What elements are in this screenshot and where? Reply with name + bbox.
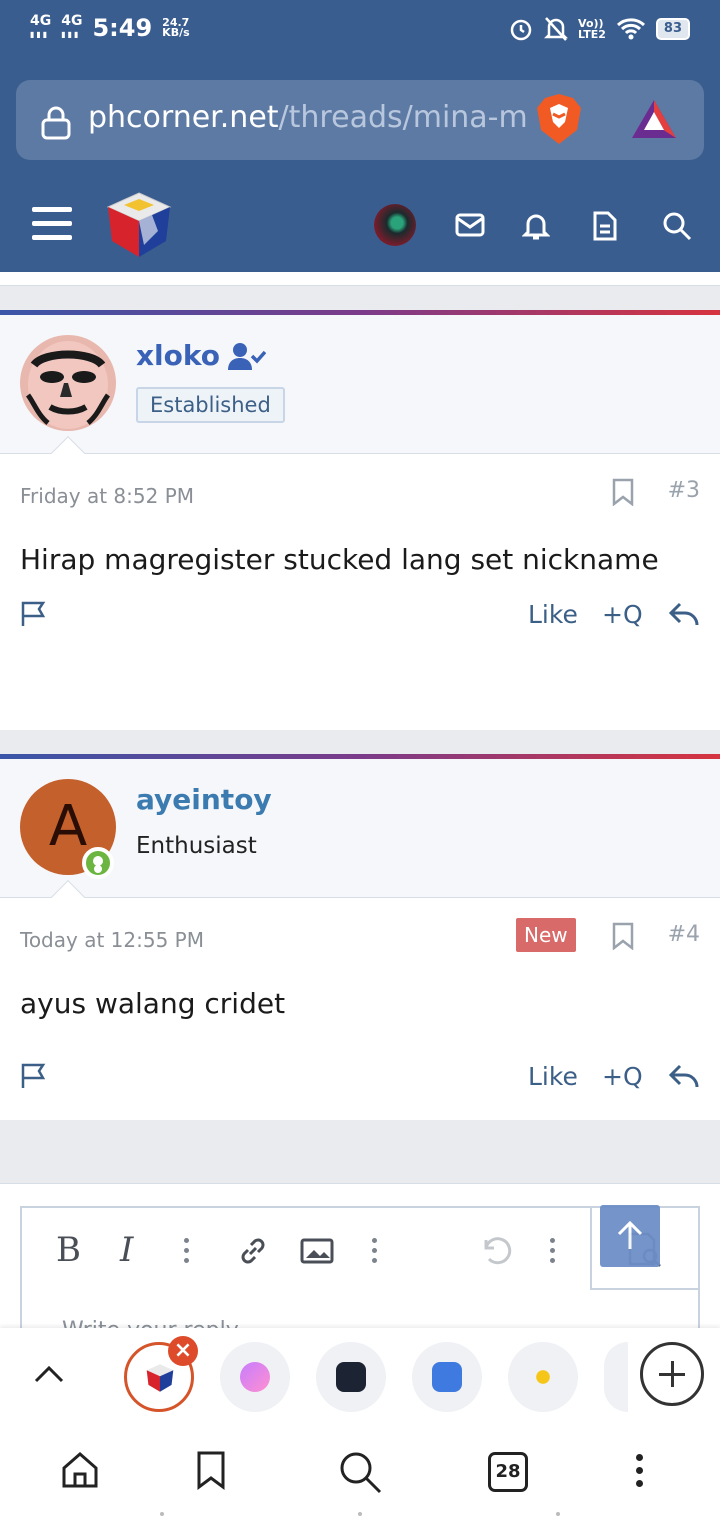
post-4: A ayeintoy Enthusiast Today at 12:55 PM … <box>0 754 720 1120</box>
x-favicon-icon <box>432 1362 462 1392</box>
address-bar[interactable]: phcorner.net/threads/mina-mi <box>16 80 704 160</box>
post-username[interactable]: xloko <box>136 339 266 372</box>
alarm-icon <box>510 19 532 41</box>
rocket-favicon-icon <box>240 1362 270 1392</box>
avatar[interactable] <box>20 335 116 431</box>
network-indicator-1: 4G ▮▮▮ <box>30 13 52 39</box>
menu-icon[interactable] <box>32 207 72 241</box>
network-indicator-2: 4G ▮▮▮ <box>61 13 83 39</box>
post-meta: Today at 12:55 PM New #4 <box>0 898 720 978</box>
scroll-to-top-button[interactable] <box>600 1205 660 1267</box>
notifications-muted-icon <box>544 17 569 41</box>
reply-icon[interactable] <box>668 1062 700 1090</box>
site-logo[interactable] <box>104 191 174 259</box>
home-icon[interactable] <box>60 1450 100 1490</box>
bookmark-icon[interactable] <box>612 922 634 950</box>
post-username[interactable]: ayeintoy <box>136 783 272 816</box>
phcorner-favicon-icon <box>146 1364 174 1392</box>
post-date[interactable]: Today at 12:55 PM <box>20 928 204 952</box>
rewards-icon[interactable] <box>630 98 678 140</box>
italic-button[interactable]: I <box>120 1230 133 1270</box>
magnet-favicon-icon <box>336 1362 366 1392</box>
tab-count-button[interactable]: 28 <box>488 1452 528 1492</box>
quote-button[interactable]: +Q <box>602 1062 643 1091</box>
lock-icon[interactable] <box>40 106 72 140</box>
image-icon[interactable] <box>300 1238 334 1264</box>
url-text[interactable]: phcorner.net/threads/mina-mi <box>88 100 528 135</box>
post-author-header: A ayeintoy Enthusiast <box>0 759 720 914</box>
account-avatar[interactable] <box>374 204 416 246</box>
post-number[interactable]: #4 <box>668 922 700 947</box>
clock: 5:49 <box>92 14 153 42</box>
post-3: xloko Established Friday at 8:52 PM #3 H… <box>0 310 720 730</box>
online-status-icon <box>82 847 114 879</box>
search-icon[interactable] <box>338 1450 382 1494</box>
browser-bottom-bar: 28 <box>0 1424 720 1520</box>
wifi-icon <box>616 18 645 40</box>
brave-shields-icon[interactable] <box>534 92 584 146</box>
search-icon[interactable] <box>662 211 692 241</box>
tab-4[interactable] <box>412 1342 482 1412</box>
post-actions: Like +Q <box>0 586 720 662</box>
more-text-options-icon[interactable] <box>184 1238 190 1268</box>
browser-top-area: 4G ▮▮▮ 4G ▮▮▮ 5:49 24.7 KB/s Vo)) LTE2 83 ph… <box>0 0 720 272</box>
inbox-icon[interactable] <box>454 211 486 239</box>
close-tab-icon[interactable]: × <box>168 1336 198 1366</box>
more-menu-icon[interactable] <box>636 1454 643 1493</box>
volte-indicator: Vo)) LTE2 <box>578 17 606 41</box>
arrow-up-icon <box>617 1220 643 1249</box>
post-message: Hirap magregister stucked lang set nickn… <box>20 543 659 576</box>
user-title-badge: Established <box>136 387 285 423</box>
post-actions: Like +Q <box>0 1048 720 1124</box>
more-options-icon[interactable] <box>550 1238 556 1268</box>
previous-post-edge <box>0 272 720 286</box>
tab-3[interactable] <box>316 1342 386 1412</box>
quote-button[interactable]: +Q <box>602 600 643 629</box>
user-title: Enthusiast <box>136 833 257 859</box>
post-date[interactable]: Friday at 8:52 PM <box>20 484 194 508</box>
tab-strip: × <box>0 1328 720 1424</box>
tab-5[interactable] <box>508 1342 578 1412</box>
report-flag-icon[interactable] <box>20 1062 48 1090</box>
post-number[interactable]: #3 <box>668 478 700 503</box>
undo-icon[interactable] <box>478 1234 512 1266</box>
whats-new-icon[interactable] <box>592 211 618 241</box>
star-favicon-icon <box>528 1362 558 1392</box>
battery-indicator: 83 <box>655 18 690 40</box>
more-insert-options-icon[interactable] <box>372 1238 378 1268</box>
network-speed: 24.7 KB/s <box>162 16 190 39</box>
tab-6-partial[interactable] <box>604 1342 628 1412</box>
add-tab-button[interactable] <box>640 1342 704 1406</box>
like-button[interactable]: Like <box>528 1062 578 1091</box>
post-message: ayus walang cridet <box>20 987 286 1020</box>
alerts-bell-icon[interactable] <box>522 211 550 241</box>
post-author-header: xloko Established <box>0 315 720 470</box>
link-icon[interactable] <box>236 1234 270 1268</box>
like-button[interactable]: Like <box>528 600 578 629</box>
report-flag-icon[interactable] <box>20 600 48 628</box>
bookmarks-icon[interactable] <box>196 1450 226 1490</box>
new-badge: New <box>516 918 576 952</box>
reply-icon[interactable] <box>668 600 700 628</box>
verified-user-icon <box>228 342 266 370</box>
bold-button[interactable]: B <box>56 1230 81 1270</box>
site-navigation <box>0 175 720 272</box>
tab-2[interactable] <box>220 1342 290 1412</box>
editor-toolbar: B I <box>22 1208 590 1292</box>
chevron-up-icon[interactable] <box>34 1364 64 1384</box>
reply-editor: B I Write your reply... <box>20 1206 700 1346</box>
bookmark-icon[interactable] <box>612 478 634 506</box>
status-bar: 4G ▮▮▮ 4G ▮▮▮ 5:49 24.7 KB/s Vo)) LTE2 83 <box>0 0 720 64</box>
post-meta: Friday at 8:52 PM #3 <box>0 454 720 534</box>
